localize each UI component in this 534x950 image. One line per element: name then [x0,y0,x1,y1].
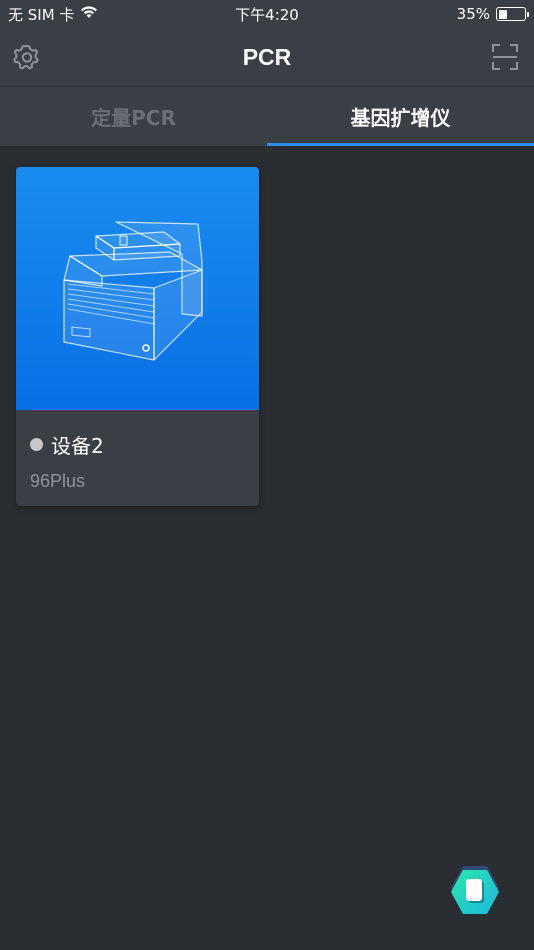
hexagon-app-icon [451,866,499,914]
status-right: 35% [456,5,529,23]
page-title: PCR [242,43,292,70]
tab-quantitative-pcr[interactable]: 定量PCR [0,87,267,146]
nav-bar: PCR [0,28,534,86]
scan-icon [492,44,518,70]
wifi-icon [80,5,98,23]
device-model: 96Plus [30,471,86,491]
tab-bar: 定量PCR 基因扩增仪 [0,86,534,146]
scan-button[interactable] [490,42,520,72]
device-name-row: 设备2 [30,430,245,459]
status-left: 无 SIM 卡 [8,4,98,25]
device-image [16,167,259,410]
pcr-machine-illustration [62,220,203,361]
device-name: 设备2 [51,434,104,458]
app-screen: 无 SIM 卡 下午4:20 35% PCR 定量PCR 基因扩增仪 设备2 9… [0,0,534,950]
status-bar: 无 SIM 卡 下午4:20 35% [0,0,534,28]
battery-icon [496,7,529,21]
gear-icon [13,45,39,70]
floating-action-button[interactable] [447,864,503,920]
carrier-label: 无 SIM 卡 [8,5,75,24]
tab-gene-amplifier[interactable]: 基因扩增仪 [267,87,534,146]
battery-percent: 35% [456,5,490,23]
settings-button[interactable] [12,42,42,72]
device-status-dot [30,438,43,451]
device-card[interactable]: 设备2 96Plus [16,167,259,506]
battery-fill [498,9,508,19]
device-info: 设备2 96Plus [16,410,259,492]
